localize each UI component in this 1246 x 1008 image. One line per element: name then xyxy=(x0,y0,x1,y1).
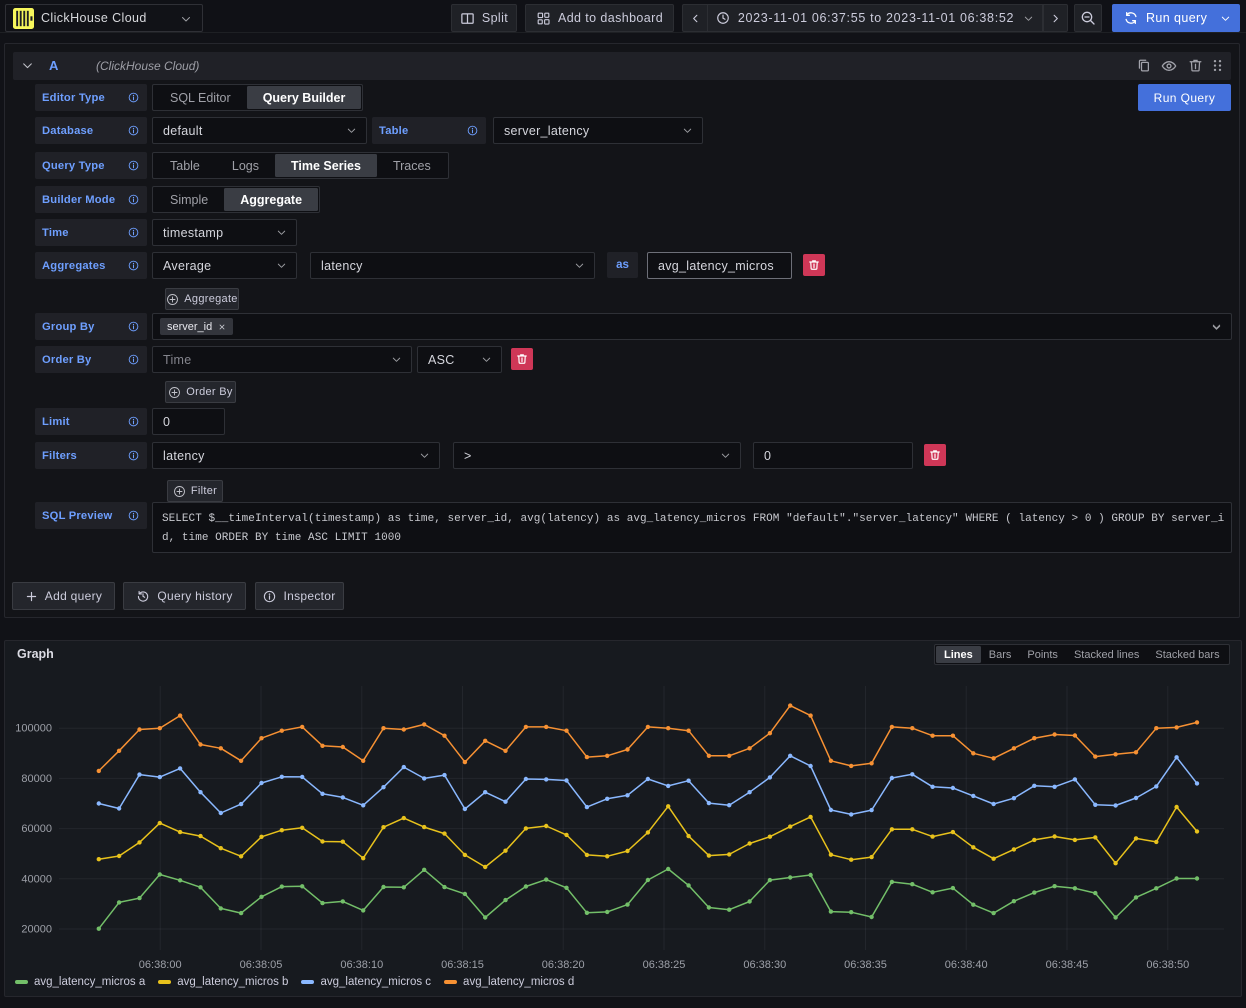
svg-text:06:38:25: 06:38:25 xyxy=(643,959,686,971)
svg-text:40000: 40000 xyxy=(21,873,52,885)
svg-text:06:38:40: 06:38:40 xyxy=(945,959,988,971)
svg-text:80000: 80000 xyxy=(21,773,52,785)
svg-text:60000: 60000 xyxy=(21,823,52,835)
svg-text:06:38:35: 06:38:35 xyxy=(844,959,887,971)
svg-text:20000: 20000 xyxy=(21,924,52,936)
svg-text:100000: 100000 xyxy=(15,723,52,735)
svg-text:06:38:10: 06:38:10 xyxy=(340,959,383,971)
svg-text:06:38:15: 06:38:15 xyxy=(441,959,484,971)
svg-text:06:38:50: 06:38:50 xyxy=(1146,959,1189,971)
svg-text:06:38:20: 06:38:20 xyxy=(542,959,585,971)
svg-text:06:38:05: 06:38:05 xyxy=(240,959,283,971)
svg-text:06:38:00: 06:38:00 xyxy=(139,959,182,971)
svg-text:06:38:30: 06:38:30 xyxy=(743,959,786,971)
svg-text:06:38:45: 06:38:45 xyxy=(1046,959,1089,971)
